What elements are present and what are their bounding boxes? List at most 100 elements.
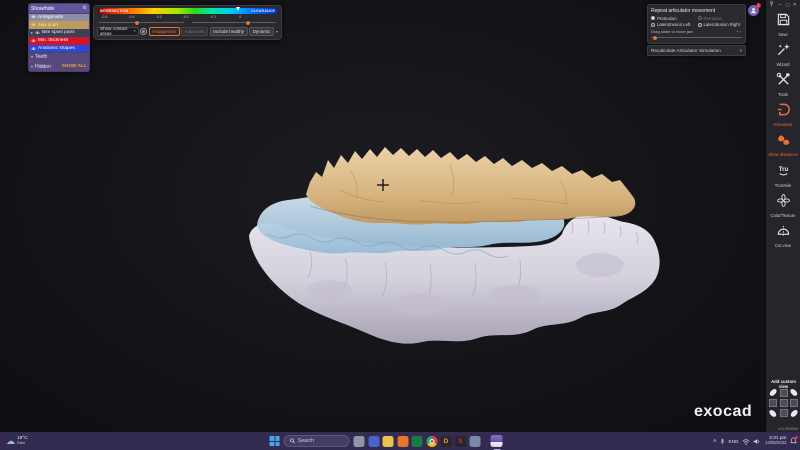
radio-laterotrusion-left[interactable]: Laterotrusion Left (651, 22, 696, 27)
view-left-button[interactable] (769, 399, 777, 407)
microphone-icon[interactable] (720, 432, 725, 450)
taskbar-app-s-icon[interactable]: S (455, 436, 466, 447)
close-icon[interactable]: ✕ (793, 3, 797, 8)
show-all-button[interactable]: SHOW ALL (62, 64, 87, 69)
show-hide-title: Show/hide (31, 6, 54, 12)
notifications-bell-icon[interactable] (790, 437, 797, 445)
teeth-section[interactable]: ▾Teeth (29, 53, 89, 62)
sidebar-item-tools[interactable]: Tools (766, 70, 800, 100)
show-hide-row[interactable]: Antagonists (29, 14, 89, 21)
intersection-label: INTERSECTION (100, 9, 128, 13)
eye-icon[interactable] (31, 23, 36, 27)
sidebar-item-trusmile[interactable]: TruTruSmile (766, 161, 800, 191)
cut-icon (776, 223, 791, 243)
view-up-button[interactable] (780, 389, 788, 397)
minimize-icon[interactable]: — (778, 3, 783, 8)
eye-icon[interactable] (31, 47, 36, 51)
dynamic-button[interactable]: Dynamic (249, 27, 274, 36)
jaw-movement-slider[interactable] (651, 35, 742, 40)
clearance-slider-handle[interactable] (246, 21, 250, 25)
adjacents-button[interactable]: Adjacents (181, 27, 208, 36)
pin-icon[interactable] (769, 1, 774, 9)
show-hide-row[interactable]: Jaw scan (29, 21, 89, 28)
tray-clock[interactable]: 3:31 pm 14/05/2022 (765, 436, 787, 446)
taskbar-search[interactable]: Search (284, 435, 350, 447)
show-hide-panel: Show/hide ⚙ AntagonistsJaw scan▸Bite spl… (28, 3, 90, 72)
sidebar-item-wizard[interactable]: Wizard (766, 40, 800, 70)
sidebar-item-show-distances[interactable]: Show distances (766, 130, 800, 160)
weather-widget[interactable]: ☁ 19°C Rain (6, 436, 28, 446)
taskbar-exocad-icon[interactable] (491, 435, 503, 447)
version-text: v3.1 B200/64 (778, 427, 798, 431)
sidebar-item-articulator[interactable]: Articulator (766, 100, 800, 130)
contact-areas-dropdown[interactable]: Show contact areas ▾ (97, 27, 139, 36)
start-button[interactable] (270, 436, 280, 446)
view-down-button[interactable] (780, 409, 788, 417)
help-avatar-button[interactable]: 1 (748, 5, 759, 16)
show-hide-row[interactable]: ▸Bite splint parts (29, 29, 89, 36)
maximize-icon[interactable]: ▢ (785, 3, 789, 8)
upper-jaw-scan-model[interactable] (306, 147, 635, 225)
taskbar-task-view-icon[interactable] (354, 436, 365, 447)
radio-laterotrusion-right[interactable]: Laterotrusion Right (698, 22, 743, 27)
colorbar-tick: -0.4 (128, 15, 134, 19)
antagonists-button[interactable]: Antagonists (149, 27, 180, 36)
view-navigation-pad[interactable] (769, 388, 798, 419)
radio-protrusion[interactable]: Protrusion (651, 16, 696, 21)
intersection-slider-handle[interactable] (135, 21, 139, 25)
eye-icon[interactable] (35, 31, 40, 35)
gear-icon[interactable]: ⚙ (83, 6, 87, 11)
taskbar-mail-icon[interactable] (470, 436, 481, 447)
weather-condition: Rain (17, 441, 28, 445)
jaw-slider-handle[interactable] (653, 36, 657, 40)
radio-icon (698, 23, 702, 27)
view-diagonal-button[interactable] (769, 388, 778, 397)
distance-colorbar[interactable]: INTERSECTION CLEARANCE (98, 8, 277, 14)
trusmile-icon: Tru (776, 163, 791, 183)
play-icon[interactable]: › (740, 29, 742, 34)
hidden-section[interactable]: ▾Hidden SHOW ALL (29, 62, 89, 71)
view-diagonal-button[interactable] (769, 409, 778, 418)
taskbar-excel-icon[interactable] (412, 436, 423, 447)
3d-viewport[interactable]: exocad (0, 0, 765, 432)
taskbar-chrome-icon[interactable] (426, 436, 437, 447)
view-front-button[interactable] (780, 399, 788, 407)
sidebar-item-color-texture[interactable]: Color/Texture (766, 191, 800, 221)
person-icon (750, 7, 757, 14)
expand-icon[interactable]: ▸ (31, 30, 33, 35)
show-hide-header[interactable]: Show/hide ⚙ (29, 4, 89, 13)
clearance-slider[interactable] (192, 20, 277, 25)
taskbar-firefox-icon[interactable] (397, 436, 408, 447)
tray-date: 14/05/2022 (765, 441, 787, 446)
notification-dot (795, 436, 798, 439)
sidebar-item-save[interactable]: Save (766, 10, 800, 40)
include-healthy-button[interactable]: Include healthy (210, 27, 248, 36)
clearance-label: CLEARANCE (251, 9, 275, 13)
tray-chevron-icon[interactable]: ∧ (713, 438, 717, 444)
language-indicator[interactable]: ENG (729, 439, 739, 444)
intersection-slider[interactable] (99, 20, 184, 25)
eye-icon[interactable] (31, 39, 36, 43)
window-controls: — ▢ ✕ (766, 0, 800, 10)
colorbar-marker[interactable] (236, 7, 240, 11)
radio-retrusion[interactable]: Retrusion (698, 16, 743, 21)
dynamic-dropdown-icon[interactable]: ▾ (276, 29, 278, 34)
sidebar-item-cut-view[interactable]: Cut view (766, 221, 800, 251)
recalculate-simulation-button[interactable]: Recalculate Articulator Simulation ▾ (647, 45, 746, 56)
dental-model-scene[interactable] (0, 0, 765, 432)
taskbar-explorer-icon[interactable] (383, 436, 394, 447)
colorbar-tick: -0.2 (183, 15, 189, 19)
wifi-icon[interactable] (742, 432, 750, 450)
taskbar-teams-icon[interactable] (368, 436, 379, 447)
show-hide-row[interactable]: Min. thickness (29, 37, 89, 44)
show-hide-row[interactable]: Anatomic shapes (29, 45, 89, 52)
colorbar-ticks: -0.5-0.4-0.3-0.2-0.10 (98, 15, 277, 20)
contact-target-icon[interactable] (140, 28, 147, 35)
taskbar-dental-d-icon[interactable]: D (441, 436, 452, 447)
view-diagonal-button[interactable] (790, 388, 799, 397)
radio-icon (698, 16, 702, 20)
volume-icon[interactable] (753, 432, 761, 450)
eye-icon[interactable] (31, 15, 36, 19)
view-diagonal-button[interactable] (790, 409, 799, 418)
view-right-button[interactable] (790, 399, 798, 407)
